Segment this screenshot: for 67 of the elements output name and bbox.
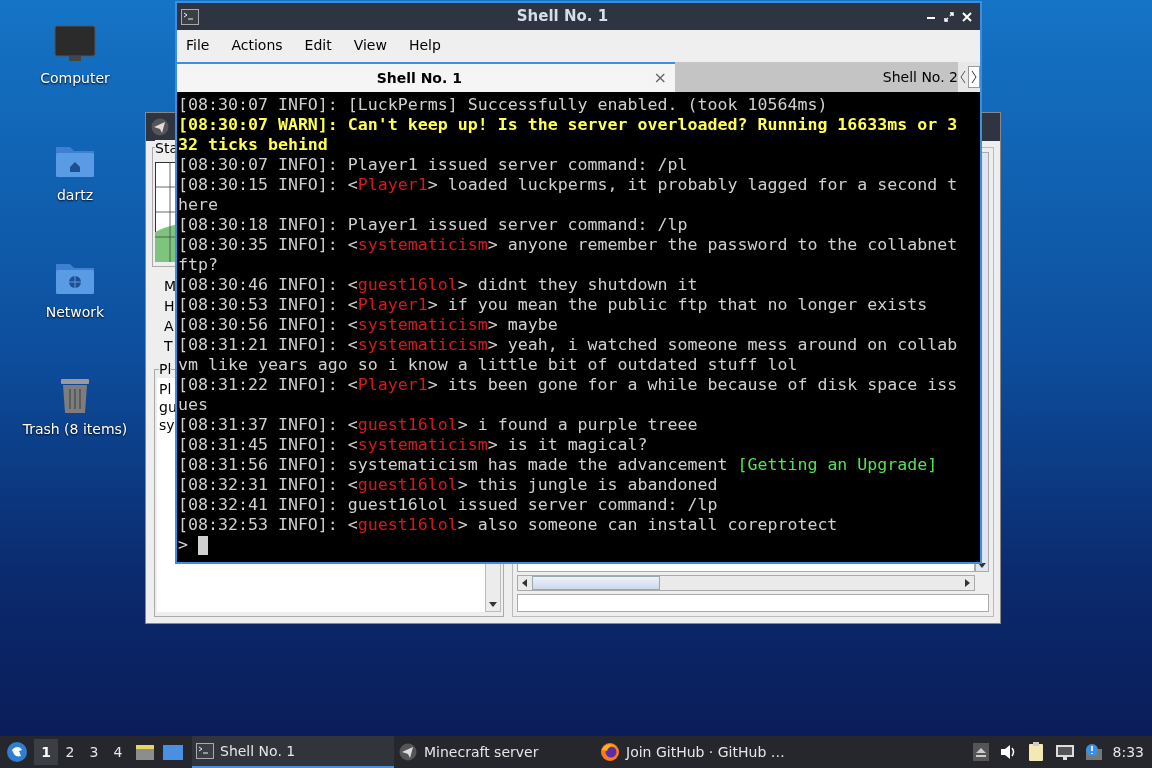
log-line: [08:31:37 INFO]: <guest16lol> i found a purple treee — [178, 415, 699, 435]
tab-label: Shell No. 1 — [375, 68, 463, 88]
task-button[interactable]: Minecraft server — [394, 736, 596, 768]
menu-item[interactable]: Actions — [231, 34, 283, 56]
task-button[interactable]: Join GitHub · GitHub … — [596, 736, 798, 768]
log-line: [08:30:15 INFO]: <Player1> loaded luckperms, it probably lagged for a second there — [178, 175, 959, 215]
log-line: [08:32:31 INFO]: <guest16lol> this jungle is abandoned — [178, 475, 719, 495]
log-line: [08:31:45 INFO]: <systematicism> is it magical? — [178, 435, 649, 455]
desktop-icon-label[interactable]: Computer — [40, 68, 110, 89]
tab[interactable]: Shell No. 2 — [675, 62, 958, 92]
log-line: [08:30:46 INFO]: <guest16lol> didnt they shutdown it — [178, 275, 699, 295]
desktop-icon[interactable] — [162, 742, 184, 762]
workspace-button[interactable]: 2 — [58, 739, 82, 765]
tab[interactable]: Shell No. 1 × — [177, 62, 675, 92]
paper-plane-icon — [398, 743, 418, 761]
log-line: [08:32:53 INFO]: <guest16lol> also someone can install coreprotect — [178, 515, 839, 535]
start-menu-icon[interactable] — [6, 741, 28, 763]
fox-globe-icon — [600, 742, 620, 762]
group-label: Pl — [159, 361, 172, 377]
stat-label: H — [164, 297, 175, 315]
maximize-icon[interactable] — [944, 11, 954, 22]
network-icon[interactable] — [1054, 743, 1075, 761]
notification-icon[interactable] — [1084, 743, 1103, 761]
cursor — [198, 535, 208, 555]
close-icon[interactable] — [962, 11, 972, 22]
clipboard-icon[interactable] — [1026, 742, 1045, 762]
menu-item[interactable]: File — [186, 34, 210, 56]
eject-icon[interactable] — [972, 743, 989, 761]
log-line: [08:31:22 INFO]: <Player1> its been gone for a while because of disk space issues — [178, 375, 959, 415]
log-line: [08:30:18 INFO]: Player1 issued server command: /lp — [178, 215, 689, 235]
menu-item[interactable]: Help — [408, 34, 441, 56]
chat-input[interactable] — [517, 594, 989, 612]
log-line: [08:30:56 INFO]: <systematicism> maybe — [178, 315, 559, 335]
workspace-button[interactable]: 1 — [34, 739, 58, 765]
window-title: Shell No. 1 — [515, 6, 610, 28]
log-line: [08:30:07 WARN]: Can't keep up! Is the server overloaded? Running 16633ms or 332 ticks behind — [178, 115, 959, 155]
horizontal-scrollbar[interactable] — [517, 575, 975, 591]
terminal-icon — [181, 8, 199, 25]
scrollbar-thumb[interactable] — [532, 576, 660, 590]
desktop-icon-label[interactable]: Network — [45, 302, 105, 323]
desktop-icon-label[interactable]: dartz — [56, 185, 94, 206]
log-line: [08:31:21 INFO]: <systematicism> yeah, i watched someone mess around on collabvm like years ago so i know a little bit of outdated stuff lol — [178, 335, 959, 375]
menu-item[interactable]: View — [353, 34, 387, 56]
stat-label: M — [164, 277, 177, 295]
stat-label: T — [164, 337, 173, 355]
log-line: [08:32:41 INFO]: guest16lol issued server command: /lp — [178, 495, 719, 515]
log-line: [08:30:07 INFO]: [LuckPerms] Successfully enabled. (took 10564ms) — [178, 95, 829, 115]
file-manager-icon[interactable] — [134, 742, 156, 762]
speaker-icon[interactable] — [998, 743, 1017, 761]
workspace-button[interactable]: 4 — [106, 739, 130, 765]
log-line: [08:30:07 INFO]: Player1 issued server command: /pl — [178, 155, 689, 175]
prompt: > — [178, 535, 188, 555]
log-line: [08:31:56 INFO]: systematicism has made the advancement [Getting an Upgrade] — [178, 455, 939, 475]
clock[interactable]: 8:33 — [1112, 741, 1144, 763]
log-line: [08:30:53 INFO]: <Player1> if you mean the public ftp that no longer exists — [178, 295, 929, 315]
tab-close[interactable]: × — [653, 66, 667, 90]
stat-label: A — [164, 317, 174, 335]
player-name[interactable]: Pl — [159, 380, 172, 398]
menu-item[interactable]: Edit — [304, 34, 332, 56]
terminal-icon — [196, 743, 214, 759]
workspace-button[interactable]: 3 — [82, 739, 106, 765]
log-line: [08:30:35 INFO]: <systematicism> anyone remember the password to the collabnet ftp? — [178, 235, 959, 275]
tab-label: Shell No. 2 — [882, 67, 958, 87]
paper-plane-icon — [150, 118, 170, 136]
player-name[interactable]: sy — [159, 416, 175, 434]
task-button[interactable]: Shell No. 1 — [192, 736, 394, 768]
desktop-icon-label[interactable]: Trash (8 items) — [22, 419, 128, 440]
